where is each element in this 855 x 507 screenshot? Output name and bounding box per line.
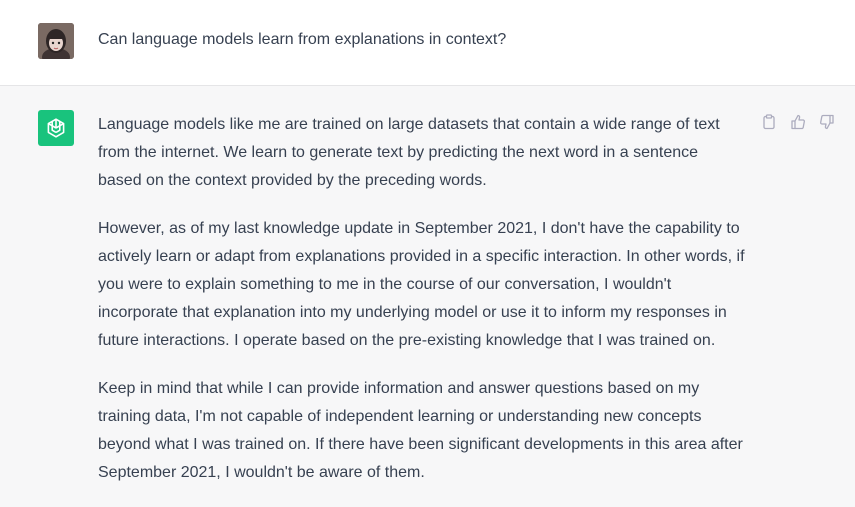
- thumbs-up-button[interactable]: [789, 113, 807, 131]
- user-avatar: [38, 23, 74, 59]
- thumbs-up-icon: [791, 114, 805, 130]
- assistant-paragraph: However, as of my last knowledge update …: [98, 220, 745, 349]
- user-avatar-icon: [38, 23, 74, 59]
- message-actions: [760, 113, 836, 131]
- clipboard-icon: [763, 114, 775, 130]
- assistant-paragraph: Language models like me are trained on l…: [98, 116, 720, 189]
- copy-button[interactable]: [760, 113, 778, 131]
- thumbs-down-icon: [820, 114, 834, 130]
- assistant-paragraph: Keep in mind that while I can provide in…: [98, 380, 743, 481]
- thumbs-down-button[interactable]: [818, 113, 836, 131]
- openai-logo-icon: [38, 110, 74, 146]
- user-message-row: Can language models learn from explanati…: [0, 0, 855, 86]
- assistant-message-row: Language models like me are trained on l…: [0, 86, 855, 499]
- assistant-message: Language models like me are trained on l…: [98, 111, 746, 507]
- user-message-text: Can language models learn from explanati…: [98, 31, 507, 48]
